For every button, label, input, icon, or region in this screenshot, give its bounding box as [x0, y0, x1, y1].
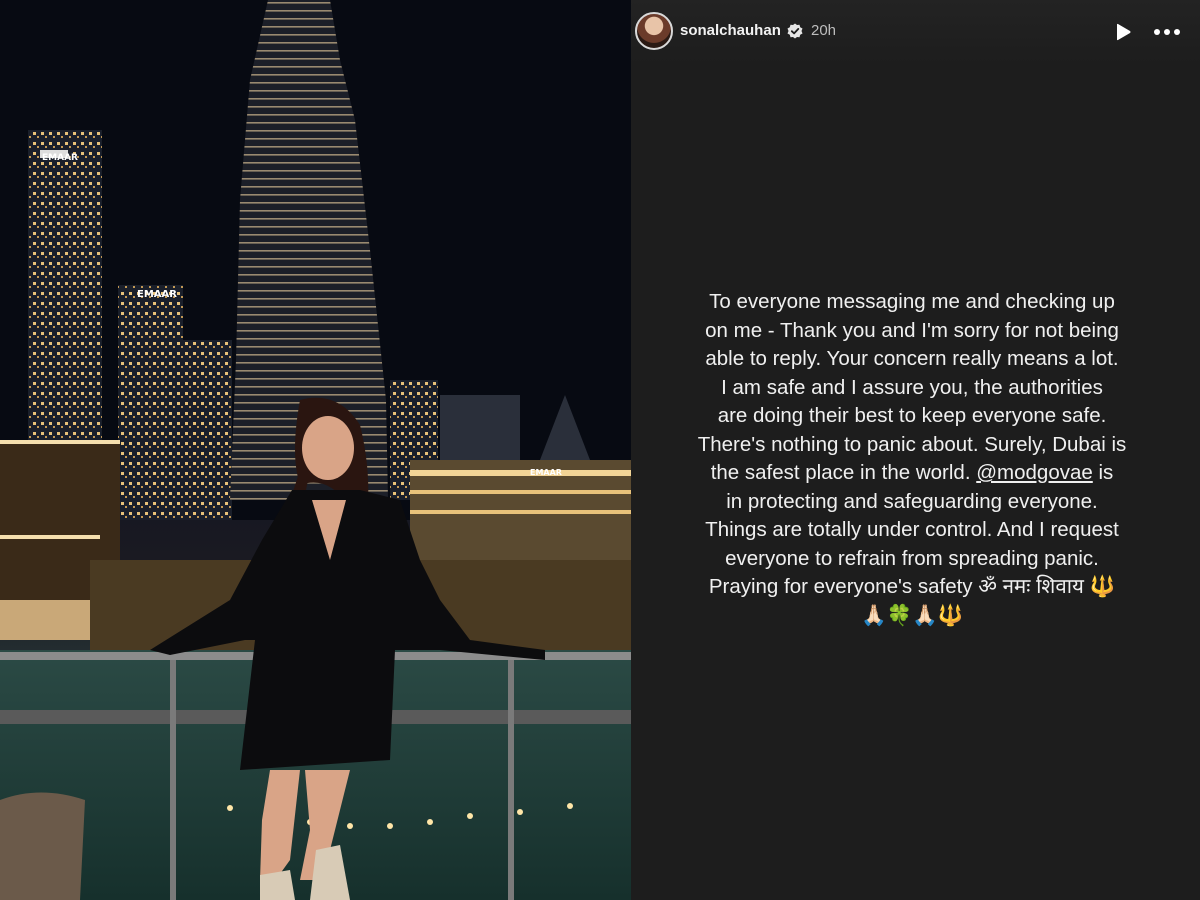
- message-line: in protecting and safeguarding everyone.: [726, 489, 1098, 513]
- emoji-line: 🙏🏻🍀🙏🏻🔱: [860, 603, 964, 627]
- message-line: on me - Thank you and I'm sorry for not …: [705, 318, 1119, 342]
- verified-badge-icon: [787, 23, 803, 39]
- dubai-night-skyline-image: EMAAR EMAAR EMAAR: [0, 0, 631, 900]
- message-line: To everyone messaging me and checking up: [709, 290, 1115, 313]
- building-sign-emaar-1: EMAAR: [42, 153, 78, 163]
- building-sign-emaar-3: EMAAR: [530, 468, 562, 477]
- story-header: sonalchauhan 20h: [631, 0, 1200, 64]
- message-line: able to reply. Your concern really means…: [705, 347, 1119, 370]
- avatar[interactable]: [635, 12, 673, 50]
- mention-link[interactable]: @modgovae: [976, 461, 1093, 484]
- more-options-icon[interactable]: [1153, 22, 1181, 42]
- play-icon[interactable]: [1113, 22, 1133, 42]
- story-panel: sonalchauhan 20h To everyone messaging m…: [631, 0, 1200, 900]
- mention-suffix: is: [1092, 461, 1114, 484]
- message-line: There's nothing to panic about. Surely, …: [697, 432, 1127, 456]
- username[interactable]: sonalchauhan: [680, 22, 781, 39]
- message-line: I am safe and I assure you, the authorit…: [721, 375, 1103, 399]
- message-line: the safest place in the world. @modgovae…: [647, 459, 1177, 488]
- post-time: 20h: [811, 22, 837, 39]
- message-line: everyone to refrain from spreading panic…: [725, 546, 1099, 570]
- message-line: Things are totally under control. And I …: [705, 518, 1119, 541]
- prayer-line: Praying for everyone's safety ॐ नमः शिवा…: [708, 575, 1116, 598]
- story-photo: EMAAR EMAAR EMAAR: [0, 0, 631, 900]
- building-sign-emaar-2: EMAAR: [137, 289, 177, 300]
- story-text-message: To everyone messaging me and checking up…: [647, 288, 1177, 630]
- message-line: are doing their best to keep everyone sa…: [717, 404, 1107, 427]
- message-line-text: the safest place in the world.: [710, 461, 971, 484]
